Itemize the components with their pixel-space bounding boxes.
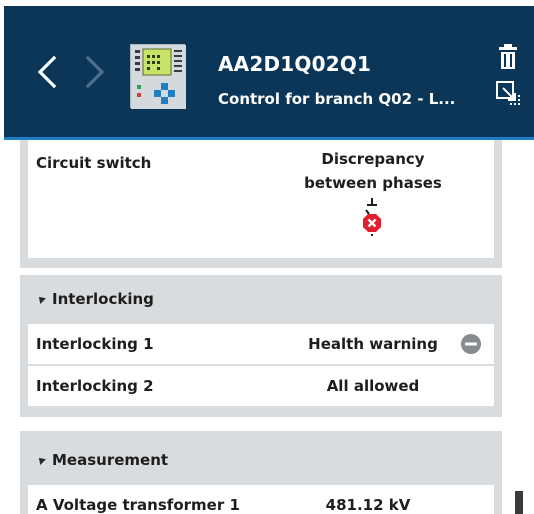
circuit-switch-label: Circuit switch	[36, 154, 152, 172]
interlocking-row-1: Interlocking 1 Health warning	[28, 324, 494, 364]
chevron-left-icon	[37, 55, 57, 89]
measurement-row-1: A Voltage transformer 1 481.12 kV	[28, 485, 494, 514]
circuit-switch-status-line1: Discrepancy	[321, 150, 425, 168]
collapse-triangle-icon	[36, 294, 46, 304]
interlocking-row-2: Interlocking 2 All allowed	[28, 366, 494, 406]
device-header: AA2D1Q02Q1 Control for branch Q02 - L...	[4, 6, 534, 137]
interlocking-2-status: All allowed	[326, 377, 420, 395]
export-icon	[496, 81, 520, 105]
voltage-value: 481.12 kV	[325, 496, 411, 514]
scrollbar-thumb[interactable]	[515, 491, 523, 514]
bay-controller-icon	[130, 44, 186, 109]
circuit-switch-row: Circuit switch Discrepancy between phase…	[28, 140, 494, 258]
device-detail-window: AA2D1Q02Q1 Control for branch Q02 - L...	[0, 0, 534, 514]
chevron-right-icon	[85, 55, 105, 89]
trash-icon	[499, 44, 517, 69]
interlocking-panel: Interlocking Interlocking 1 Health warni…	[20, 275, 502, 417]
circuit-switch-panel: Circuit switch Discrepancy between phase…	[20, 140, 502, 268]
measurement-header[interactable]: Measurement	[36, 451, 168, 469]
device-title: AA2D1Q02Q1	[218, 52, 372, 76]
export-button[interactable]	[495, 80, 521, 106]
detail-content: Circuit switch Discrepancy between phase…	[20, 140, 502, 514]
collapse-triangle-icon	[36, 455, 46, 465]
back-button[interactable]	[30, 52, 66, 92]
measurement-panel: Measurement A Voltage transformer 1 481.…	[20, 431, 502, 514]
delete-button[interactable]	[497, 44, 519, 70]
forward-button[interactable]	[76, 52, 112, 92]
interlocking-header[interactable]: Interlocking	[36, 290, 154, 308]
switch-error-icon[interactable]	[361, 198, 383, 244]
interlocking-1-status: Health warning	[308, 335, 438, 353]
minus-circle-icon[interactable]	[460, 333, 482, 355]
device-subtitle: Control for branch Q02 - L...	[218, 90, 456, 108]
circuit-switch-status-line2: between phases	[304, 174, 442, 192]
scrollbar-track[interactable]	[511, 140, 529, 514]
